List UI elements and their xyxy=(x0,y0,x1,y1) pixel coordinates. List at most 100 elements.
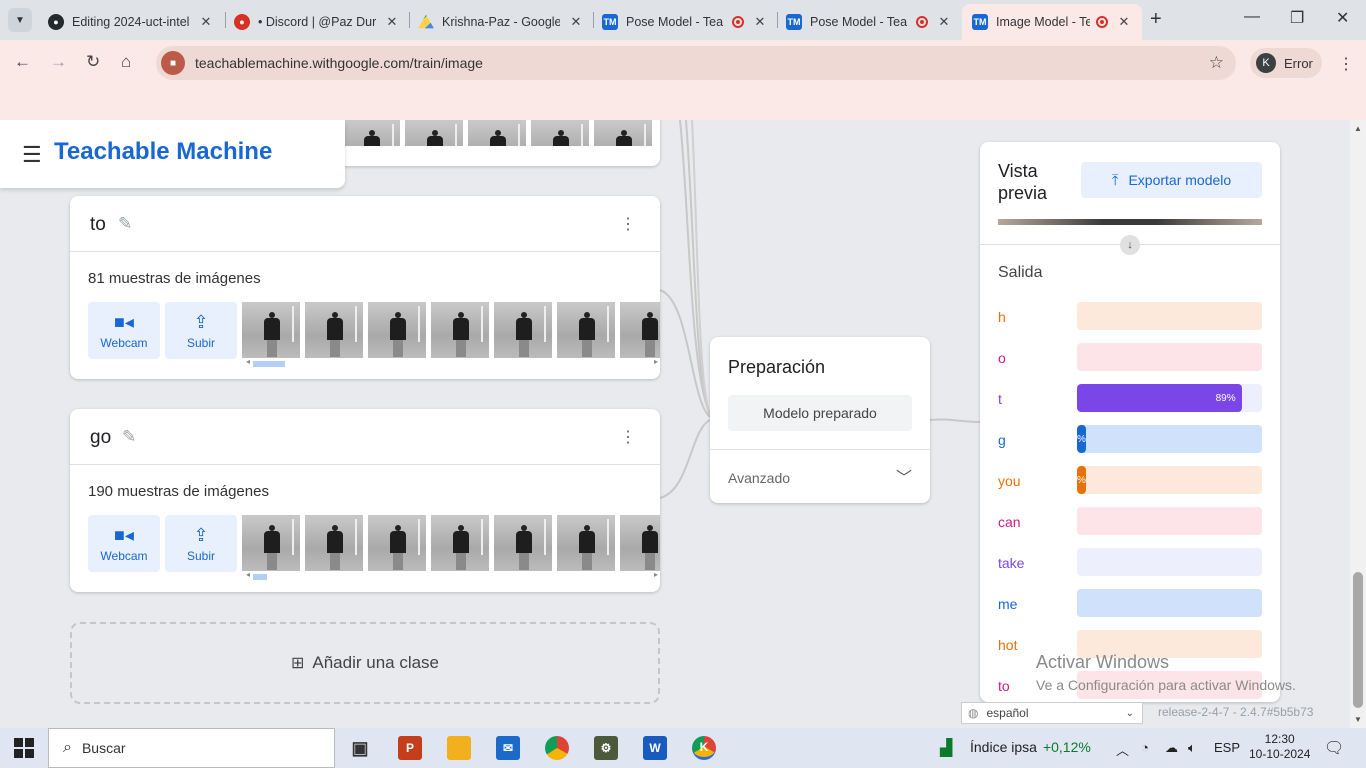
language-select[interactable]: ◍ español ⌄ xyxy=(961,702,1143,724)
camera-in-use-icon[interactable]: ■ xyxy=(161,51,185,75)
language-indicator[interactable]: ESP xyxy=(1214,740,1240,755)
windows-start-icon[interactable] xyxy=(14,738,34,758)
sample-image[interactable] xyxy=(242,515,300,571)
export-model-button[interactable]: ⤒ Exportar modelo xyxy=(1081,162,1262,198)
file-explorer-icon[interactable] xyxy=(447,736,471,760)
tab-google-drive[interactable]: Krishna-Paz - Google ✕ xyxy=(408,4,594,40)
thumbnail-scrollbar[interactable]: ◂ ▸ xyxy=(246,570,658,580)
close-icon[interactable]: ✕ xyxy=(384,14,400,30)
browser-menu-icon[interactable]: ⋮ xyxy=(1338,54,1354,74)
powerpoint-icon[interactable]: P xyxy=(398,736,422,760)
scrollbar-thumb[interactable] xyxy=(1353,572,1363,708)
minimize-button[interactable]: — xyxy=(1244,8,1260,26)
word-icon[interactable]: W xyxy=(643,736,667,760)
sample-image[interactable] xyxy=(368,515,426,571)
more-options-icon[interactable]: ⋮ xyxy=(620,427,636,447)
tab-title: Pose Model - Tea xyxy=(626,15,724,29)
new-tab-button[interactable]: + xyxy=(1150,8,1162,31)
tab-pose-model-1[interactable]: TM Pose Model - Tea ✕ xyxy=(592,4,778,40)
profile-status: Error xyxy=(1284,55,1313,71)
upload-button[interactable]: ⇪ Subir xyxy=(165,515,237,572)
sample-image[interactable] xyxy=(620,515,660,571)
sample-image[interactable] xyxy=(494,515,552,571)
reload-button[interactable]: ↻ xyxy=(86,52,100,72)
upload-button[interactable]: ⇪ Subir xyxy=(165,302,237,359)
sample-image[interactable] xyxy=(305,515,363,571)
sample-image[interactable] xyxy=(242,302,300,358)
tab-pose-model-2[interactable]: TM Pose Model - Tea ✕ xyxy=(776,4,962,40)
sample-image[interactable] xyxy=(305,302,363,358)
scroll-left-icon[interactable]: ◂ xyxy=(246,357,250,366)
pencil-icon[interactable]: ✎ xyxy=(118,214,132,234)
sample-image[interactable] xyxy=(368,302,426,358)
webcam-button[interactable]: ■◂ Webcam xyxy=(88,515,160,572)
chevron-up-icon[interactable]: ︿ xyxy=(1116,740,1129,759)
chrome-profile-icon[interactable]: K xyxy=(692,736,716,760)
thumbnail-scrollbar[interactable]: ◂ ▸ xyxy=(246,357,658,367)
stock-chart-icon[interactable]: ▟ xyxy=(940,738,952,758)
profile-button[interactable]: K Error xyxy=(1250,48,1322,78)
close-icon[interactable]: ✕ xyxy=(198,14,214,30)
app-icon[interactable]: ⚙ xyxy=(594,736,618,760)
close-icon[interactable]: ✕ xyxy=(936,14,952,30)
volume-icon[interactable]: 🔈︎ xyxy=(1188,740,1196,756)
sample-image[interactable] xyxy=(468,120,526,146)
tab-github[interactable]: ● Editing 2024-uct-intel ✕ xyxy=(38,4,224,40)
sample-image[interactable] xyxy=(557,515,615,571)
pencil-icon[interactable]: ✎ xyxy=(122,427,136,447)
webcam-button[interactable]: ■◂ Webcam xyxy=(88,302,160,359)
sample-image[interactable] xyxy=(494,302,552,358)
scroll-down-icon[interactable]: ▼ xyxy=(1354,715,1362,724)
add-class-button[interactable]: ⊞ Añadir una clase xyxy=(70,622,660,704)
scrollbar-thumb[interactable] xyxy=(253,574,267,580)
class-name[interactable]: to xyxy=(90,214,106,236)
network-icon[interactable]: ◔ xyxy=(1141,740,1149,755)
scroll-left-icon[interactable]: ◂ xyxy=(246,570,250,579)
url-text[interactable]: teachablemachine.withgoogle.com/train/im… xyxy=(195,55,483,71)
bookmark-star-icon[interactable]: ☆ xyxy=(1209,53,1224,73)
clock[interactable]: 12:30 10-10-2024 xyxy=(1249,732,1310,762)
sample-image[interactable] xyxy=(594,120,652,146)
notification-icon[interactable]: 🗨︎ xyxy=(1324,738,1344,758)
task-view-icon[interactable]: ▣ xyxy=(348,736,372,760)
chrome-icon[interactable] xyxy=(545,736,569,760)
stock-widget[interactable]: Índice ipsa +0,12% xyxy=(970,739,1091,755)
class-name[interactable]: go xyxy=(90,427,111,449)
back-button[interactable]: ← xyxy=(14,52,31,72)
train-model-button[interactable]: Modelo preparado xyxy=(728,395,912,431)
sample-image[interactable] xyxy=(557,302,615,358)
mail-icon[interactable]: ✉ xyxy=(496,736,520,760)
sample-image[interactable] xyxy=(620,302,660,358)
scroll-right-icon[interactable]: ▸ xyxy=(654,570,658,579)
export-label: Exportar modelo xyxy=(1128,172,1232,188)
address-bar[interactable]: ■ teachablemachine.withgoogle.com/train/… xyxy=(156,46,1236,80)
menu-icon[interactable]: ☰ xyxy=(22,142,42,168)
confidence-bar xyxy=(1077,671,1262,699)
scrollbar-thumb[interactable] xyxy=(253,361,285,367)
webcam-label: Webcam xyxy=(100,336,148,350)
sample-image[interactable] xyxy=(531,120,589,146)
taskbar-search[interactable]: ⌕ Buscar xyxy=(48,728,335,768)
sample-image[interactable] xyxy=(405,120,463,146)
advanced-toggle[interactable]: Avanzado ﹀ xyxy=(710,449,930,503)
sample-image[interactable] xyxy=(431,302,489,358)
close-icon[interactable]: ✕ xyxy=(752,14,768,30)
scroll-right-icon[interactable]: ▸ xyxy=(654,357,658,366)
sample-image[interactable] xyxy=(431,515,489,571)
tab-image-model[interactable]: TM Image Model - Te ✕ xyxy=(962,4,1142,40)
close-icon[interactable]: ✕ xyxy=(568,14,584,30)
close-icon[interactable]: ✕ xyxy=(1116,14,1132,30)
scroll-up-icon[interactable]: ▲ xyxy=(1354,124,1362,133)
forward-button[interactable]: → xyxy=(50,52,67,72)
app-logo[interactable]: Teachable Machine xyxy=(54,138,272,166)
tab-search-button[interactable]: ▼ xyxy=(8,8,32,32)
page-scrollbar[interactable]: ▲ ▼ xyxy=(1350,120,1366,728)
tab-discord[interactable]: ● • Discord | @Paz Dura ✕ xyxy=(224,4,410,40)
restore-button[interactable]: ❐ xyxy=(1290,8,1304,28)
more-options-icon[interactable]: ⋮ xyxy=(620,214,636,234)
sample-count: 81 muestras de imágenes xyxy=(88,270,261,287)
sample-image[interactable] xyxy=(342,120,400,146)
cloud-icon[interactable]: ☁ xyxy=(1165,740,1178,756)
home-button[interactable]: ⌂ xyxy=(121,52,131,72)
close-window-button[interactable]: ✕ xyxy=(1336,8,1349,28)
